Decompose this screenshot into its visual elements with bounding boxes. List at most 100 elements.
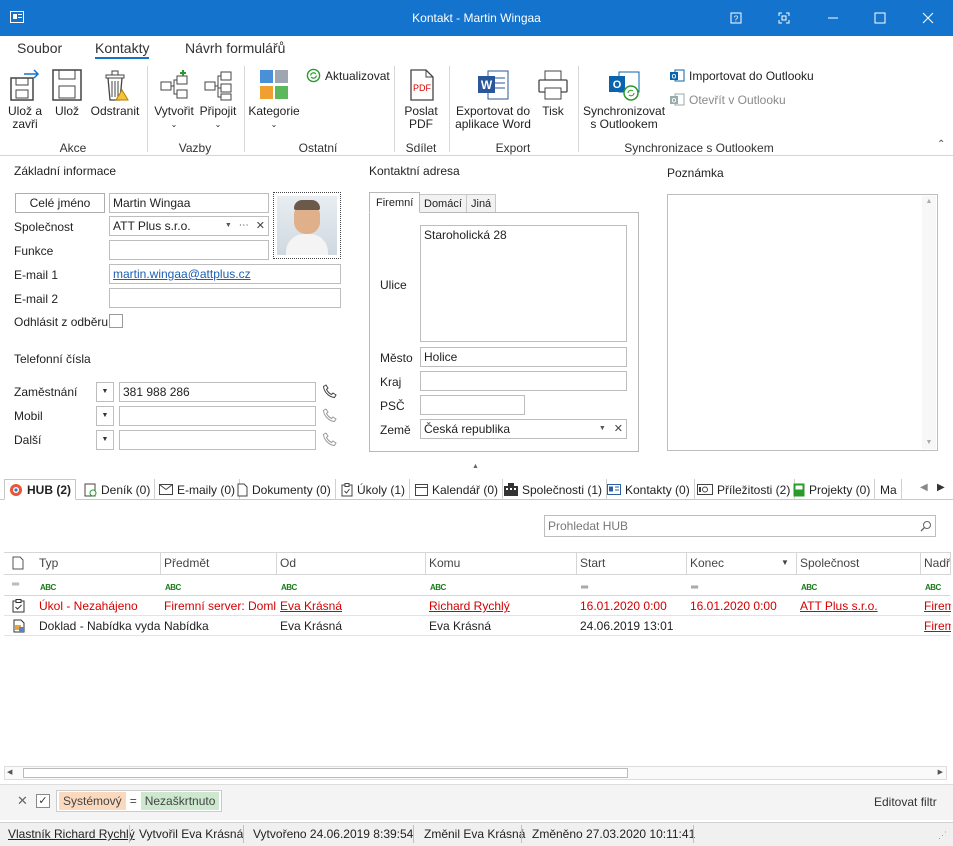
phone-call-icon[interactable] xyxy=(322,384,337,401)
resize-grip-icon[interactable]: ⋰ xyxy=(938,830,947,841)
category-button[interactable]: Kategorie ⌄ xyxy=(248,68,300,131)
import-outlook-button[interactable]: O Importovat do Outlooku xyxy=(669,68,814,84)
scroll-right-icon[interactable]: ▶ xyxy=(938,767,943,779)
column-filter-komu[interactable]: ABC xyxy=(430,579,446,593)
tab-soubor[interactable]: Soubor xyxy=(17,40,62,56)
column-filter-od[interactable]: ABC xyxy=(281,579,297,593)
clear-icon[interactable]: ✕ xyxy=(256,219,265,233)
full-name-button[interactable]: Celé jméno xyxy=(15,193,105,213)
zip-field[interactable] xyxy=(420,395,525,415)
print-button[interactable]: Tisk xyxy=(537,68,569,118)
column-header-predmet[interactable]: Předmět xyxy=(161,552,277,575)
collapse-ribbon-icon[interactable]: ⌃ xyxy=(937,139,945,150)
email1-field[interactable]: martin.wingaa@attplus.cz xyxy=(109,264,341,284)
splitter-handle[interactable]: ▲ xyxy=(472,463,479,470)
phone-field[interactable] xyxy=(119,430,316,450)
cell-nadr[interactable]: Firem xyxy=(921,616,951,636)
dropdown-arrow-icon[interactable]: ▼ xyxy=(599,422,606,436)
help-icon[interactable]: ? xyxy=(713,0,759,36)
column-filter-start[interactable]: ═ xyxy=(581,579,588,593)
email1-link[interactable]: martin.wingaa@attplus.cz xyxy=(113,267,251,281)
cell-komu[interactable]: Richard Rychlý xyxy=(426,596,577,616)
tab-journal[interactable]: Deník (0) xyxy=(80,479,156,500)
save-button[interactable]: Ulož xyxy=(50,68,84,118)
filter-enabled-checkbox[interactable]: ✓ xyxy=(36,794,50,808)
tab-opportunity[interactable]: Příležitosti (2) xyxy=(693,479,796,500)
column-filter-konec[interactable]: ═ xyxy=(691,579,698,593)
phone-call-icon[interactable] xyxy=(322,408,337,425)
refresh-button[interactable]: Aktualizovat xyxy=(306,68,390,83)
tab-company[interactable]: Společnosti (1) xyxy=(500,479,608,500)
region-field[interactable] xyxy=(420,371,627,391)
scroll-down-icon[interactable]: ▼ xyxy=(922,437,936,449)
grid-h-scrollbar[interactable]: ◀ ▶ xyxy=(4,766,947,780)
full-name-field[interactable]: Martin Wingaa xyxy=(109,193,269,213)
phone-call-icon[interactable] xyxy=(322,432,337,449)
city-field[interactable]: Holice xyxy=(420,347,627,367)
phone-field[interactable]: 381 988 286 xyxy=(119,382,316,402)
phone-type-dropdown[interactable]: ▼ xyxy=(96,430,114,450)
more-icon[interactable]: ⋯ xyxy=(239,219,249,233)
tab-project[interactable]: Projekty (0) xyxy=(789,479,876,500)
tab-more[interactable]: Ma xyxy=(876,479,902,500)
column-header-typ[interactable]: Typ xyxy=(36,552,161,575)
column-header-nadr[interactable]: Nadř xyxy=(921,552,951,575)
tab-task[interactable]: Úkoly (1) xyxy=(337,479,411,500)
minimize-button[interactable] xyxy=(810,0,856,36)
clear-filter-icon[interactable]: ✕ xyxy=(17,793,28,809)
country-field[interactable]: Česká republika ▼ ✕ xyxy=(420,419,627,439)
sync-outlook-button[interactable]: O Synchronizovat s Outlookem xyxy=(583,68,665,131)
phone-type-dropdown[interactable]: ▼ xyxy=(96,382,114,402)
address-tab-jina[interactable]: Jiná xyxy=(466,194,497,213)
tab-contact[interactable]: Kontakty (0) xyxy=(603,479,695,500)
phone-type-dropdown[interactable]: ▼ xyxy=(96,406,114,426)
scroll-left-icon[interactable]: ◀ xyxy=(7,767,12,779)
delete-button[interactable]: Odstranit xyxy=(90,68,140,118)
cell-spolecnost[interactable]: ATT Plus s.r.o. xyxy=(797,596,921,616)
company-field[interactable]: ATT Plus s.r.o. ▼ ⋯ ✕ xyxy=(109,216,269,236)
send-pdf-button[interactable]: PDF Poslat PDF xyxy=(401,68,441,131)
sort-arrow-icon[interactable]: ▼ xyxy=(781,558,789,567)
street-field[interactable]: Staroholická 28 xyxy=(420,225,627,342)
column-header-spolecnost[interactable]: Společnost xyxy=(797,552,921,575)
note-scrollbar[interactable]: ▲ ▼ xyxy=(922,196,936,449)
maximize-button[interactable] xyxy=(857,0,903,36)
dropdown-arrow-icon[interactable]: ▼ xyxy=(225,219,232,233)
column-filter-nadr[interactable]: ABC xyxy=(925,579,941,593)
note-textarea[interactable]: ▲ ▼ xyxy=(667,194,938,451)
column-header-od[interactable]: Od xyxy=(277,552,426,575)
column-header-start[interactable]: Start xyxy=(577,552,687,575)
save-close-button[interactable]: Ulož a zavři xyxy=(6,68,44,131)
create-button[interactable]: Vytvořit ⌄ xyxy=(153,68,195,131)
fullscreen-icon[interactable] xyxy=(761,0,807,36)
close-button[interactable] xyxy=(905,0,951,36)
tab-calendar[interactable]: Kalendář (0) xyxy=(411,479,504,500)
address-tab-domaci[interactable]: Domácí xyxy=(419,194,467,213)
contact-photo[interactable] xyxy=(273,192,341,259)
tabs-scroll-right-icon[interactable]: ▶ xyxy=(937,482,945,493)
cell-od[interactable]: Eva Krásná xyxy=(277,596,426,616)
tab-navrh-formularu[interactable]: Návrh formulářů xyxy=(185,40,285,56)
function-field[interactable] xyxy=(109,240,269,260)
export-word-button[interactable]: W Exportovat do aplikace Word xyxy=(454,68,532,131)
tab-email[interactable]: E-maily (0) xyxy=(155,479,241,500)
filter-expression[interactable]: Systémový = Nezaškrtnuto xyxy=(56,790,223,812)
cell-nadr[interactable]: Firem xyxy=(921,596,951,616)
column-filter-spolecnost[interactable]: ABC xyxy=(801,579,817,593)
tab-document[interactable]: Dokumenty (0) xyxy=(233,479,336,500)
edit-filter-link[interactable]: Editovat filtr xyxy=(874,795,937,809)
attach-button[interactable]: Připojit ⌄ xyxy=(198,68,238,131)
unsubscribe-checkbox[interactable] xyxy=(109,314,123,328)
address-tab-firemni[interactable]: Firemní xyxy=(369,192,421,213)
tab-kontakty[interactable]: Kontakty xyxy=(95,40,150,59)
email2-field[interactable] xyxy=(109,288,341,308)
phone-field[interactable] xyxy=(119,406,316,426)
clear-icon[interactable]: ✕ xyxy=(614,422,623,436)
column-filter-predmet[interactable]: ABC xyxy=(165,579,181,593)
tab-hub[interactable]: HUB (2) xyxy=(4,479,76,500)
tabs-scroll-left-icon[interactable]: ◀ xyxy=(920,482,928,493)
status-owner[interactable]: Vlastník Richard Rychlý xyxy=(8,827,135,841)
hub-search-input[interactable]: Prohledat HUB xyxy=(544,515,936,537)
column-header-komu[interactable]: Komu xyxy=(426,552,577,575)
scroll-up-icon[interactable]: ▲ xyxy=(922,196,936,208)
